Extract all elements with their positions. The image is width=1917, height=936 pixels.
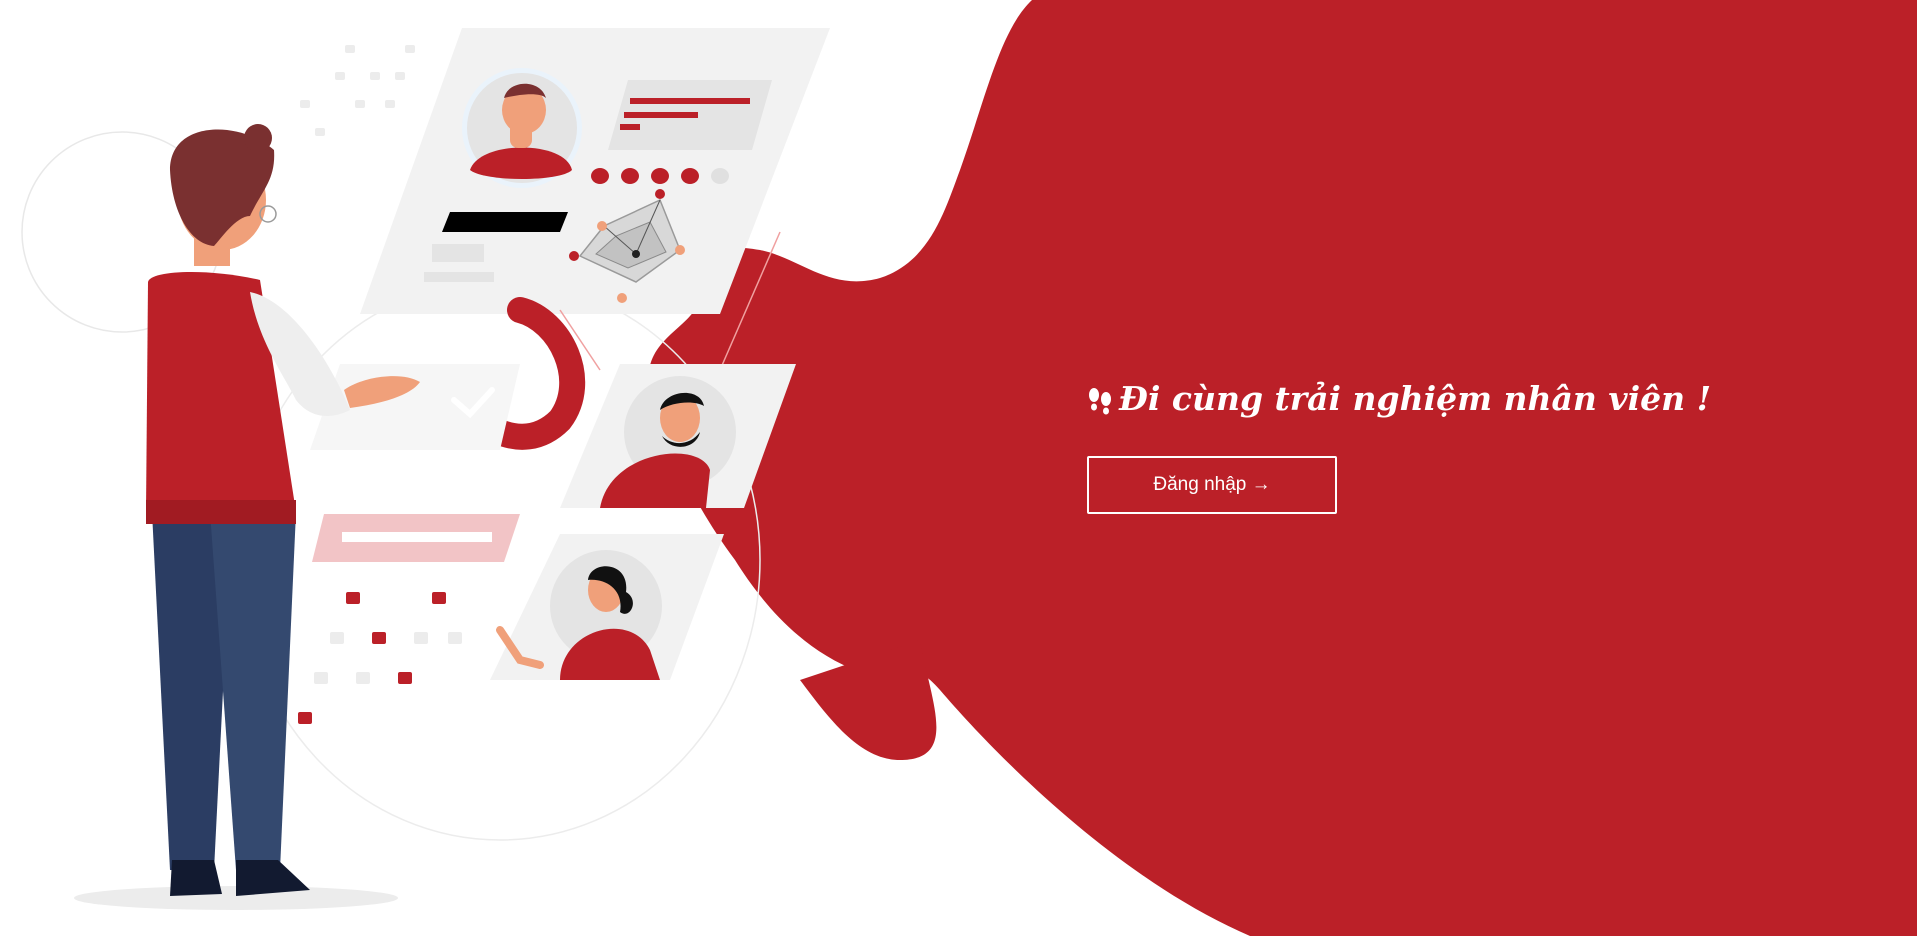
tagline: Đi cùng trải nghiệm nhân viên ! (1087, 378, 1727, 420)
login-landing-page: Đi cùng trải nghiệm nhân viên ! Đăng nhậ… (0, 0, 1917, 936)
footprints-icon (1087, 384, 1113, 415)
login-button[interactable]: Đăng nhập → (1087, 456, 1337, 514)
hero-copy: Đi cùng trải nghiệm nhân viên ! Đăng nhậ… (1087, 378, 1727, 514)
decor-dot-grid (300, 45, 415, 136)
calendar-grid (298, 592, 462, 724)
tagline-text: Đi cùng trải nghiệm nhân viên ! (1119, 379, 1712, 418)
red-blob-tail (800, 640, 937, 760)
